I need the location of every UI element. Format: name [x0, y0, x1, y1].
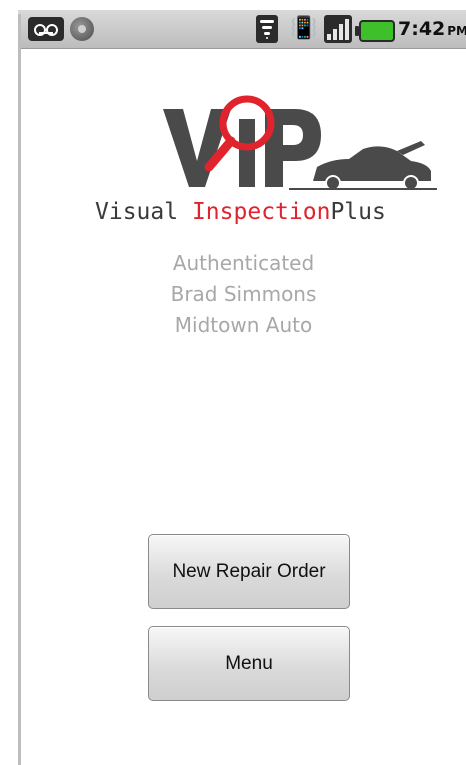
wifi-icon [256, 15, 278, 43]
status-time: 7:42 PM [398, 17, 466, 41]
sync-icon [70, 17, 94, 41]
logo-name-plus: Plus [330, 199, 386, 225]
vibrate-icon: 📳 [290, 16, 318, 41]
main-content: Visual InspectionPlus Authenticated Brad… [21, 49, 466, 765]
logo-name-inspection: Inspection [191, 199, 331, 225]
status-time-ampm: PM [447, 24, 466, 38]
voicemail-icon [28, 17, 64, 41]
left-margin [0, 0, 18, 765]
auth-status: Authenticated [172, 251, 315, 275]
status-time-value: 7:42 [398, 18, 446, 40]
new-repair-order-button[interactable]: New Repair Order [148, 534, 350, 609]
car-hood [397, 141, 425, 155]
auth-dealer: Midtown Auto [174, 313, 313, 337]
status-bar: 📳 7:42 PM [18, 10, 466, 49]
signal-icon [324, 15, 352, 43]
auth-user: Brad Simmons [170, 282, 317, 306]
screen: 📳 7:42 PM Visual InspectionPlus Authenti… [0, 0, 466, 765]
menu-button[interactable]: Menu [148, 626, 350, 701]
battery-icon [355, 20, 395, 42]
logo-letter-i [239, 119, 255, 187]
top-margin [0, 0, 466, 10]
car-wheel-front [325, 175, 341, 191]
car-wheel-rear [403, 175, 419, 191]
logo-name-visual: Visual [95, 199, 179, 225]
logo-name: Visual InspectionPlus [95, 197, 435, 227]
